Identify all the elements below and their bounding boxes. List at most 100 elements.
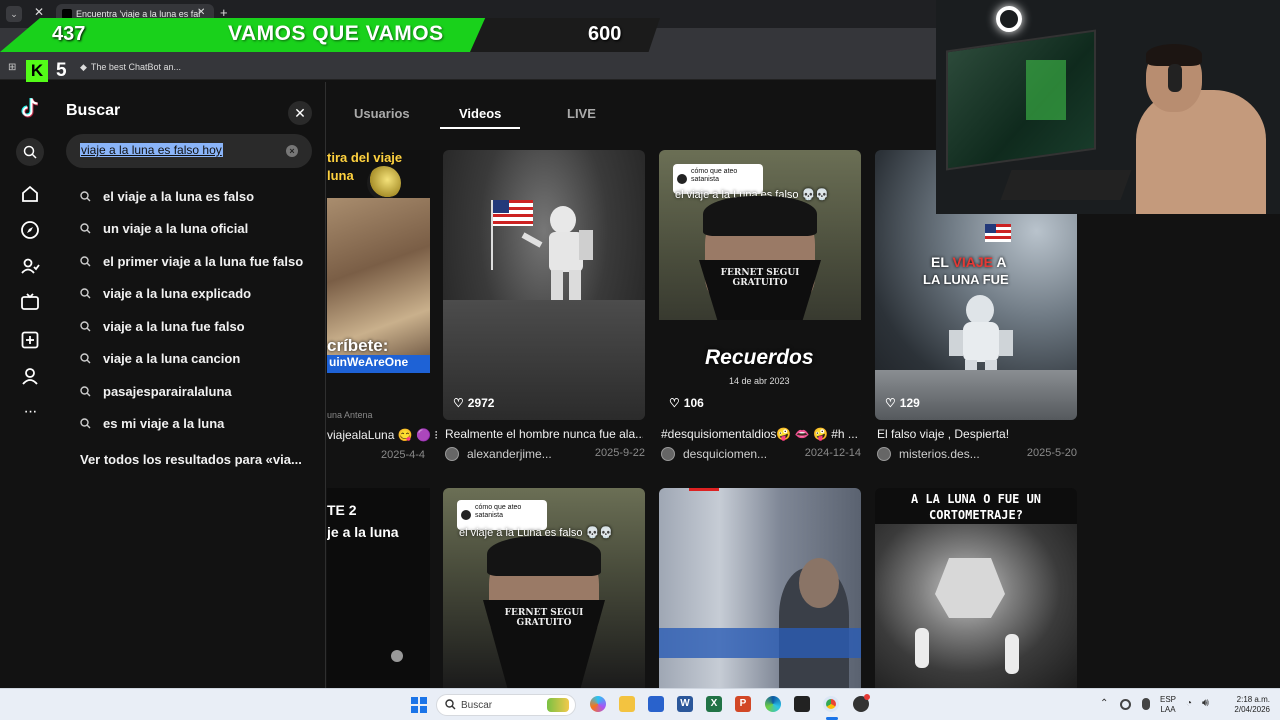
video-description[interactable]: #desquisiomentaldios🤪 👄 🤪 #h ... (661, 427, 859, 441)
overlay-title: Recuerdos (705, 346, 814, 369)
search-box[interactable]: viaje a la luna es falso hoy × (66, 134, 312, 168)
language-indicator[interactable]: ESP LAA (1160, 695, 1176, 715)
video-author[interactable]: misterios.des... (877, 447, 1017, 461)
video-description[interactable]: Realmente el hombre nunca fue ala... (445, 427, 643, 441)
word-icon[interactable]: W (677, 696, 693, 712)
mask-text: FERNET SEGUI GRATUITO (504, 608, 584, 628)
video-description[interactable]: El falso viaje , Despierta! (877, 427, 1075, 441)
ring-light (996, 6, 1022, 32)
headphones (1168, 64, 1182, 92)
video-author[interactable]: desquiciomen... (661, 447, 801, 461)
chrome-icon[interactable] (823, 696, 839, 712)
flag-emoji (985, 224, 1011, 242)
clock-time: 2:18 a.m. (1236, 695, 1270, 704)
see-all-results-link[interactable]: Ver todos los resultados para «via... (80, 452, 302, 467)
avatar (661, 447, 675, 461)
explore-compass-icon[interactable] (18, 218, 42, 242)
video-card[interactable]: cómo que ateo satanista el viaje a la Lu… (443, 488, 645, 688)
video-card[interactable]: ♡ 2972 Realmente el hombre nunca fue ala.… (443, 150, 645, 470)
like-count-value: 129 (899, 396, 920, 410)
video-author[interactable]: alexanderjime... (445, 447, 585, 461)
bandana (487, 536, 601, 576)
suggestion-item[interactable]: viaje a la luna cancion (80, 347, 240, 369)
tray-app-icon[interactable] (1120, 699, 1131, 710)
bookmark-item[interactable]: ◆ The best ChatBot an... (80, 62, 181, 73)
video-date: 2025-9-22 (594, 447, 645, 459)
tab-usuarios[interactable]: Usuarios (354, 106, 410, 121)
search-icon[interactable] (16, 138, 44, 166)
suggestion-item[interactable]: un viaje a la luna oficial (80, 217, 248, 239)
search-input[interactable]: viaje a la luna es falso hoy (80, 143, 223, 157)
obs-app-icon[interactable] (794, 696, 810, 712)
home-icon[interactable] (18, 182, 42, 206)
windows-taskbar: Buscar W X P ⌃ ESP LAA ◔ 🔊︎ 2:18 a.m. 2/04… (0, 688, 1280, 720)
tab-videos[interactable]: Videos (459, 106, 501, 121)
apps-grid-icon[interactable]: ⊞ (8, 62, 16, 73)
avatar (445, 447, 459, 461)
upload-plus-icon[interactable] (18, 328, 42, 352)
tiktok-logo-icon[interactable] (18, 96, 42, 120)
suggestion-item[interactable]: viaje a la luna explicado (80, 282, 251, 304)
search-icon (80, 287, 94, 299)
new-tab-icon[interactable]: + (220, 5, 228, 20)
suggestion-item[interactable]: el viaje a la luna es falso (80, 185, 254, 207)
moon-icon (367, 166, 401, 200)
overlay-line2: LA LUNA FUE (923, 272, 1009, 287)
tray-chevron-icon[interactable]: ⌃ (1100, 698, 1108, 709)
kick-count: 5 (56, 60, 67, 81)
red-strip (689, 488, 719, 491)
monitor-image (946, 29, 1096, 171)
suggestion-item[interactable]: el primer viaje a la luna fue falso (80, 250, 303, 272)
left-nav-rail: ··· (0, 82, 60, 688)
taskbar-search[interactable]: Buscar (436, 694, 576, 716)
like-count: ♡ 106 (669, 396, 704, 410)
suggestion-item[interactable]: viaje a la luna fue falso (80, 315, 245, 337)
bookmark-label: The best ChatBot an... (90, 62, 181, 72)
video-card[interactable] (659, 488, 861, 688)
following-icon[interactable] (18, 254, 42, 278)
search-icon (80, 385, 94, 397)
author-name: desquiciomen... (683, 447, 768, 461)
video-card[interactable]: cómo que ateo satanista el viaje a la Lu… (659, 150, 861, 470)
edge-icon[interactable] (765, 696, 781, 712)
file-explorer-icon[interactable] (619, 696, 635, 712)
clock[interactable]: 2:18 a.m. 2/04/2026 (1226, 695, 1270, 715)
partial-video-card[interactable]: tira del viaje luna críbete: uinWeAreOne (327, 150, 430, 388)
tab-menu-icon[interactable]: ⌄ (6, 6, 22, 22)
lang-top: ESP (1160, 695, 1177, 704)
live-tv-icon[interactable] (18, 290, 42, 314)
partial-video-card-row2[interactable]: TE 2 je a la luna (327, 488, 430, 688)
volume-icon[interactable]: 🔊︎ (1202, 697, 1209, 710)
suggestion-item[interactable]: es mi viaje a la luna (80, 412, 224, 434)
video-card[interactable]: A LA LUNA O FUE UN CORTOMETRAJE? (875, 488, 1077, 688)
x-icon[interactable]: ✕ (34, 5, 44, 19)
kick-logo-icon: K (26, 60, 48, 82)
suggestion-item[interactable]: pasajesparairalaluna (80, 380, 232, 402)
more-dots-icon[interactable]: ··· (18, 400, 42, 424)
lunar-surface (875, 370, 1077, 420)
webcam-overlay (936, 0, 1280, 214)
bookmark-diamond-icon: ◆ (80, 62, 87, 72)
overlay-left-number: 437 (52, 23, 86, 45)
suggestion-text: un viaje a la luna oficial (103, 220, 249, 236)
search-panel: Buscar ✕ viaje a la luna es falso hoy × … (60, 82, 326, 688)
copilot-icon[interactable] (590, 696, 606, 712)
powerpoint-icon[interactable]: P (735, 696, 751, 712)
tab-live[interactable]: LIVE (567, 106, 596, 121)
excel-icon[interactable]: X (706, 696, 722, 712)
store-icon[interactable] (648, 696, 664, 712)
profile-icon[interactable] (18, 364, 42, 388)
close-search-button[interactable]: ✕ (288, 101, 312, 125)
tab-close-icon[interactable]: ✕ (197, 7, 205, 18)
suggestion-text: el viaje a la luna es falso (103, 188, 255, 204)
partial-row2-caption2: je a la luna (327, 524, 399, 540)
reply-text: cómo que ateo satanista (475, 504, 522, 519)
wifi-icon[interactable]: ◔ (1186, 698, 1192, 709)
clock-date: 2/04/2026 (1234, 705, 1270, 714)
windows-start-icon[interactable] (411, 697, 427, 713)
microphone-icon[interactable] (1142, 698, 1150, 710)
clear-search-icon[interactable]: × (286, 145, 298, 157)
mask-text: FERNET SEGUI GRATUITO (720, 268, 800, 288)
search-icon (80, 320, 94, 332)
suggestion-text: viaje a la luna fue falso (103, 318, 245, 334)
